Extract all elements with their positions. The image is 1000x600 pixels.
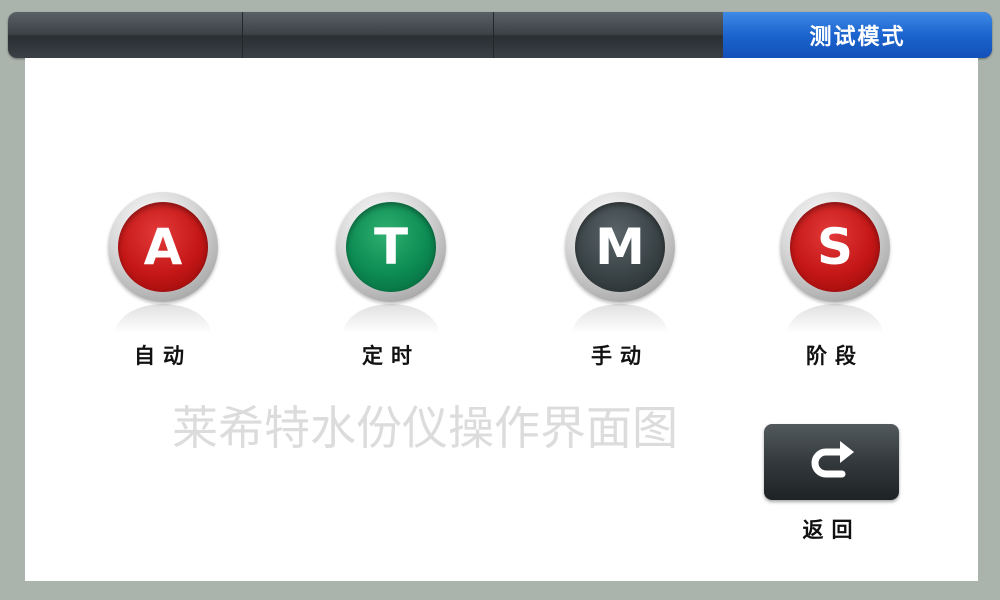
button-reflection [115, 304, 211, 334]
tab-2[interactable] [244, 12, 494, 58]
mode-timed-letter: T [346, 202, 436, 292]
mode-manual[interactable]: M 手动 [550, 192, 690, 372]
top-tab-bar: 测试模式 [8, 12, 992, 58]
tab-3[interactable] [495, 12, 723, 58]
mode-auto[interactable]: A 自动 [93, 192, 233, 372]
button-reflection [787, 304, 883, 334]
mode-manual-label: 手动 [591, 344, 649, 368]
mode-manual-button[interactable]: M [565, 192, 675, 302]
mode-auto-button[interactable]: A [108, 192, 218, 302]
mode-stage-button[interactable]: S [780, 192, 890, 302]
mode-stage-letter: S [790, 202, 880, 292]
mode-stage[interactable]: S 阶段 [765, 192, 905, 372]
mode-timed[interactable]: T 定时 [321, 192, 461, 372]
mode-manual-letter: M [575, 202, 665, 292]
tab-test-mode[interactable]: 测试模式 [723, 12, 992, 58]
main-panel: A 自动 T 定时 M 手动 S 阶段 [25, 58, 978, 581]
back-label: 返回 [802, 518, 861, 542]
mode-stage-label: 阶段 [806, 344, 864, 368]
back-button[interactable] [764, 424, 899, 500]
button-reflection [343, 304, 439, 334]
mode-timed-label: 定时 [362, 344, 420, 368]
button-reflection [572, 304, 668, 334]
tab-1[interactable] [8, 12, 243, 58]
mode-timed-button[interactable]: T [336, 192, 446, 302]
return-arrow-icon [811, 441, 854, 478]
watermark-text: 莱希特水份仪操作界面图 [172, 401, 678, 455]
mode-auto-letter: A [118, 202, 208, 292]
mode-auto-label: 自动 [134, 344, 192, 368]
